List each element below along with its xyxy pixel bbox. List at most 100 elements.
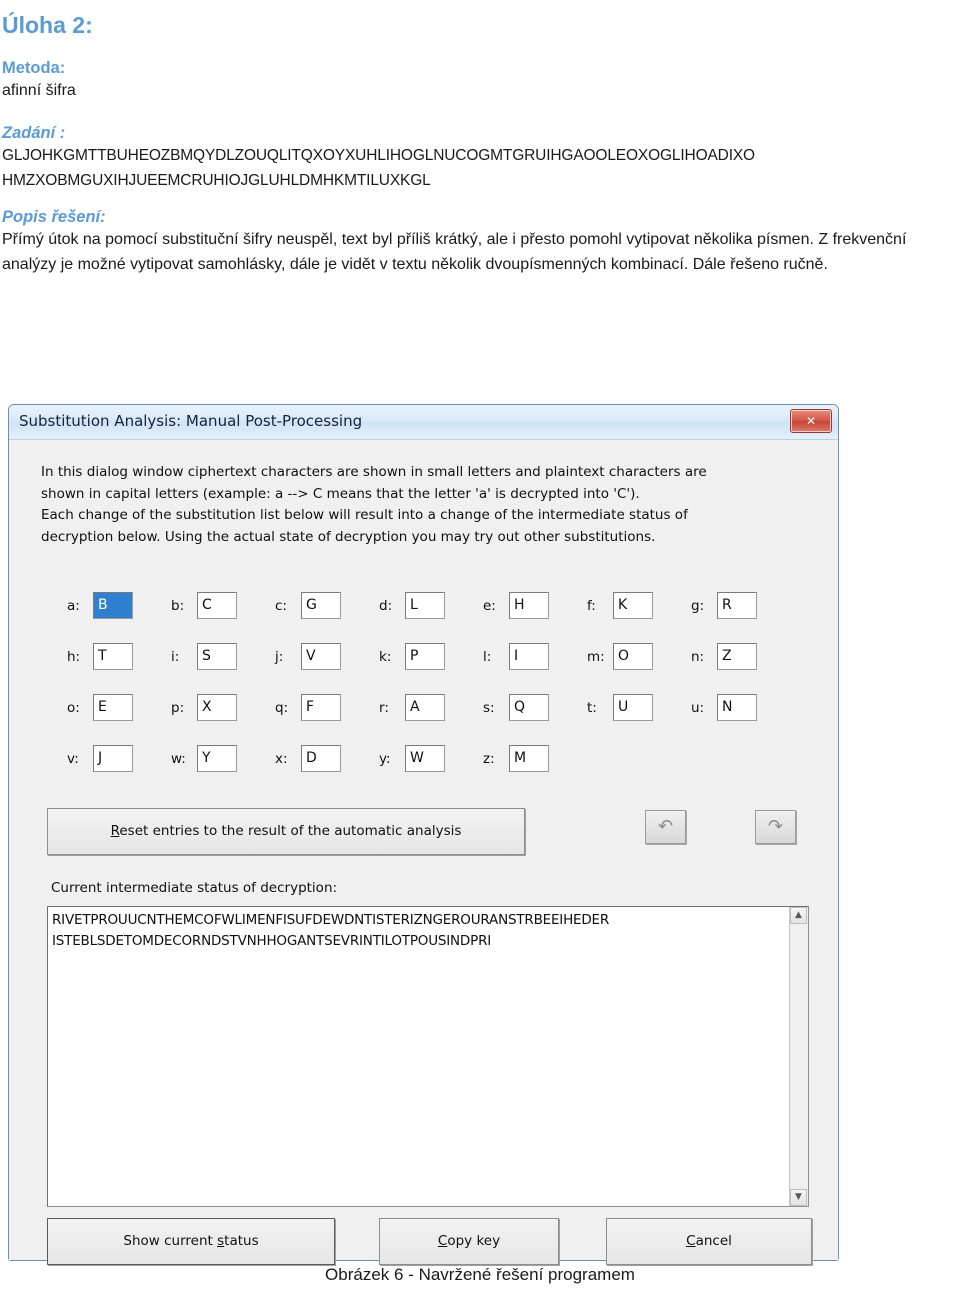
substitution-row: o: E p: X q: F r: A s: Q t: U u: N xyxy=(67,694,797,745)
substitution-row: v: J w: Y x: D y: W z: M xyxy=(67,745,797,796)
cipher-letter-label: k: xyxy=(379,648,392,665)
plain-letter-input-a[interactable]: B xyxy=(93,592,133,619)
decryption-status-label: Current intermediate status of decryptio… xyxy=(51,880,338,896)
decryption-textarea[interactable]: RIVETPROUUCNTHEMCOFWLIMENFISUFDEWDNTISTE… xyxy=(47,906,809,1207)
plain-letter-input-f[interactable]: K xyxy=(613,592,653,619)
cipher-letter-label: q: xyxy=(275,699,289,716)
plain-letter-input-c[interactable]: G xyxy=(301,592,341,619)
copy-key-button[interactable]: Copy key xyxy=(379,1218,559,1265)
cipher-letter-label: e: xyxy=(483,597,496,614)
figure-caption: Obrázek 6 - Navržené řešení programem xyxy=(325,1265,635,1284)
substitution-row: h: T i: S j: V k: P l: I m: O n: Z xyxy=(67,643,797,694)
close-icon[interactable]: ✕ xyxy=(790,409,832,433)
cipher-letter-label: o: xyxy=(67,699,80,716)
substitution-entry-z: z: M xyxy=(483,745,587,772)
substitution-entry-p: p: X xyxy=(171,694,275,721)
substitution-entry-y: y: W xyxy=(379,745,483,772)
scroll-down-icon[interactable]: ▼ xyxy=(790,1189,807,1206)
cipher-letter-label: y: xyxy=(379,750,391,767)
substitution-entry-u: u: N xyxy=(691,694,795,721)
cipher-letter-label: h: xyxy=(67,648,81,665)
show-status-label-end: tatus xyxy=(224,1233,259,1249)
cipher-letter-label: i: xyxy=(171,648,180,665)
solution-heading: Popis řešení: xyxy=(2,208,106,226)
substitution-row: a: B b: C c: G d: L e: H f: K g: R xyxy=(67,592,797,643)
ciphertext-line-1: GLJOHKGMTTBUHEOZBMQYDLZOUQLITQXOYXUHLIHO… xyxy=(2,147,755,164)
method-heading: Metoda: xyxy=(2,59,66,77)
substitution-entry-b: b: C xyxy=(171,592,275,619)
reset-entries-button[interactable]: Reset entries to the result of the autom… xyxy=(47,808,525,855)
solution-text: Přímý útok na pomocí substituční šifry n… xyxy=(2,231,907,273)
substitution-entry-o: o: E xyxy=(67,694,171,721)
plain-letter-input-d[interactable]: L xyxy=(405,592,445,619)
cipher-letter-label: w: xyxy=(171,750,186,767)
description-line-1: In this dialog window ciphertext charact… xyxy=(41,464,707,480)
cipher-letter-label: b: xyxy=(171,597,185,614)
plain-letter-input-o[interactable]: E xyxy=(93,694,133,721)
substitution-entry-l: l: I xyxy=(483,643,587,670)
substitution-entry-r: r: A xyxy=(379,694,483,721)
plain-letter-input-i[interactable]: S xyxy=(197,643,237,670)
plain-letter-input-u[interactable]: N xyxy=(717,694,757,721)
cipher-letter-label: d: xyxy=(379,597,393,614)
reset-button-label-rest: eset entries to the result of the automa… xyxy=(119,823,462,839)
substitution-entry-a: a: B xyxy=(67,592,171,619)
substitution-entry-i: i: S xyxy=(171,643,275,670)
substitution-entry-e: e: H xyxy=(483,592,587,619)
plain-letter-input-z[interactable]: M xyxy=(509,745,549,772)
cipher-letter-label: u: xyxy=(691,699,705,716)
cipher-letter-label: p: xyxy=(171,699,185,716)
plain-letter-input-h[interactable]: T xyxy=(93,643,133,670)
substitution-analysis-dialog: Substitution Analysis: Manual Post-Proce… xyxy=(8,404,839,1265)
cipher-letter-label: j: xyxy=(275,648,284,665)
dialog-body: In this dialog window ciphertext charact… xyxy=(9,440,838,1265)
dialog-title: Substitution Analysis: Manual Post-Proce… xyxy=(19,412,363,430)
substitution-entry-j: j: V xyxy=(275,643,379,670)
plain-letter-input-p[interactable]: X xyxy=(197,694,237,721)
substitution-entry-q: q: F xyxy=(275,694,379,721)
cipher-letter-label: l: xyxy=(483,648,492,665)
description-line-4: decryption below. Using the actual state… xyxy=(41,528,656,545)
description-line-2: shown in capital letters (example: a -->… xyxy=(41,485,640,502)
plain-letter-input-e[interactable]: H xyxy=(509,592,549,619)
cipher-letter-label: m: xyxy=(587,648,605,665)
plain-letter-input-s[interactable]: Q xyxy=(509,694,549,721)
plain-letter-input-n[interactable]: Z xyxy=(717,643,757,670)
cipher-letter-label: x: xyxy=(275,750,288,767)
plain-letter-input-m[interactable]: O xyxy=(613,643,653,670)
redo-icon[interactable]: ↷ xyxy=(755,810,796,844)
plain-letter-input-j[interactable]: V xyxy=(301,643,341,670)
description-line-3: Each change of the substitution list bel… xyxy=(41,507,688,523)
plain-letter-input-l[interactable]: I xyxy=(509,643,549,670)
document-body: Úloha 2: Metoda: afinní šifra Zadání : G… xyxy=(0,0,960,277)
substitution-entry-c: c: G xyxy=(275,592,379,619)
plain-letter-input-g[interactable]: R xyxy=(717,592,757,619)
cipher-letter-label: f: xyxy=(587,597,596,614)
cancel-button[interactable]: Cancel xyxy=(606,1218,812,1265)
method-value: afinní šifra xyxy=(2,82,76,99)
substitution-entry-g: g: R xyxy=(691,592,795,619)
ciphertext-line-2: HMZXOBMGUXIHJUEEMCRUHIOJGLUHLDMHKMTILUXK… xyxy=(2,172,431,189)
cipher-letter-label: v: xyxy=(67,750,79,767)
cancel-label-rest: ancel xyxy=(695,1233,732,1249)
plain-letter-input-y[interactable]: W xyxy=(405,745,445,772)
plain-letter-input-k[interactable]: P xyxy=(405,643,445,670)
show-current-status-button[interactable]: Show current status xyxy=(47,1218,335,1265)
plain-letter-input-x[interactable]: D xyxy=(301,745,341,772)
plain-letter-input-b[interactable]: C xyxy=(197,592,237,619)
scroll-up-icon[interactable]: ▲ xyxy=(790,907,807,924)
plain-letter-input-w[interactable]: Y xyxy=(197,745,237,772)
textarea-scrollbar[interactable]: ▲ ▼ xyxy=(789,907,808,1206)
plain-letter-input-v[interactable]: J xyxy=(93,745,133,772)
undo-icon[interactable]: ↶ xyxy=(645,810,686,844)
cipher-letter-label: s: xyxy=(483,699,495,716)
plain-letter-input-q[interactable]: F xyxy=(301,694,341,721)
decryption-line-1: RIVETPROUUCNTHEMCOFWLIMENFISUFDEWDNTISTE… xyxy=(52,912,610,928)
dialog-titlebar[interactable]: Substitution Analysis: Manual Post-Proce… xyxy=(9,405,838,440)
plain-letter-input-t[interactable]: U xyxy=(613,694,653,721)
dialog-description: In this dialog window ciphertext charact… xyxy=(41,462,801,548)
plain-letter-input-r[interactable]: A xyxy=(405,694,445,721)
show-status-label-start: Show current xyxy=(123,1233,218,1249)
substitution-entry-d: d: L xyxy=(379,592,483,619)
cipher-letter-label: z: xyxy=(483,750,495,767)
